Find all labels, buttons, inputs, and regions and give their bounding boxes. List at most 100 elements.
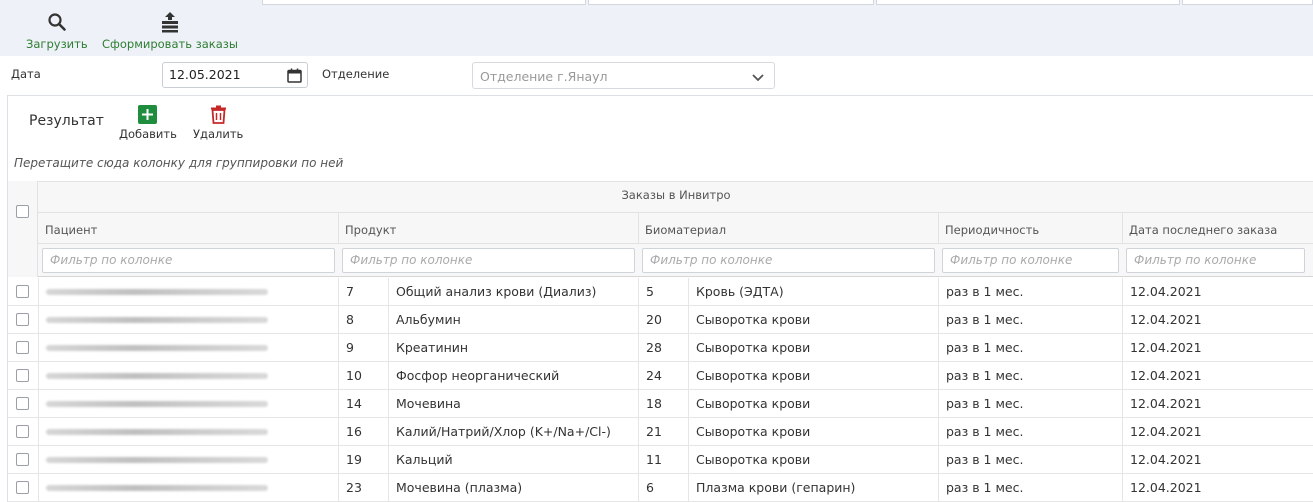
table-row[interactable]: 23 Мочевина (плазма) 6 Плазма крови (гепари… [8,474,1313,502]
cell-divider [638,334,639,362]
table-row[interactable]: 16 Калий/Натрий/Хлор (K+/Na+/Cl-) 21 Сыворо… [8,418,1313,446]
biomaterial-id-cell: 6 [646,480,654,495]
delete-button[interactable]: Удалить [193,104,243,141]
grid-rows: 7 Общий анализ крови (Диализ) 5 Кровь (ЭДТА… [8,278,1313,502]
result-panel: Результат Добавить Удалить Перетащите сю… [7,95,1313,502]
last-order-date-cell: 12.04.2021 [1130,396,1202,411]
cell-divider [388,390,389,418]
tab-placeholder-4[interactable] [1182,0,1313,5]
tab-placeholder-3[interactable] [876,0,1180,5]
calendar-icon[interactable] [287,67,302,91]
patient-name-redacted [46,457,268,463]
tab-placeholder-2[interactable] [588,0,874,5]
cell-divider [938,278,939,306]
cell-divider [38,474,39,502]
cell-divider [388,334,389,362]
cell-divider [688,334,689,362]
cell-divider [38,390,39,418]
filter-input-patient[interactable]: Фильтр по колонке [42,248,335,273]
cell-divider [338,446,339,474]
product-id-cell: 8 [346,312,354,327]
table-row[interactable]: 14 Мочевина 18 Сыворотка крови раз в 1 мес. 1… [8,390,1313,418]
biomaterial-id-cell: 28 [646,340,662,355]
row-checkbox[interactable] [16,369,29,382]
periodicity-cell: раз в 1 мес. [946,424,1024,439]
table-row[interactable]: 10 Фосфор неорганический 24 Сыворотка крови… [8,362,1313,390]
row-checkbox[interactable] [16,481,29,494]
cell-divider [388,474,389,502]
table-row[interactable]: 7 Общий анализ крови (Диализ) 5 Кровь (ЭДТА… [8,278,1313,306]
table-row[interactable]: 9 Креатинин 28 Сыворотка крови раз в 1 мес. 1… [8,334,1313,362]
date-label: Дата [11,67,41,81]
add-button[interactable]: Добавить [119,104,177,141]
col-header-last-order-date[interactable]: Дата последнего заказа [1129,223,1277,237]
branch-select[interactable]: Отделение г.Янаул [472,62,775,89]
product-cell: Кальций [396,452,453,467]
col-divider [938,213,939,244]
product-id-cell: 7 [346,284,354,299]
column-headers: Пациент Продукт Биоматериал Периодичност… [8,213,1313,244]
date-field[interactable]: 12.05.2021 [162,62,308,88]
row-checkbox[interactable] [16,453,29,466]
col-header-periodicity[interactable]: Периодичность [945,223,1039,237]
col-divider [638,213,639,244]
col-header-product[interactable]: Продукт [345,223,396,237]
tab-placeholder-1[interactable] [262,0,586,5]
product-id-cell: 16 [346,424,362,439]
cell-divider [688,306,689,334]
cell-divider [388,446,389,474]
cell-divider [1122,362,1123,390]
product-cell: Креатинин [396,340,469,355]
filter-input-product[interactable]: Фильтр по колонке [342,248,635,273]
cell-divider [388,362,389,390]
filter-input-last-order-date[interactable]: Фильтр по колонке [1126,248,1305,273]
biomaterial-id-cell: 20 [646,312,662,327]
col-divider [1122,213,1123,244]
table-row[interactable]: 8 Альбумин 20 Сыворотка крови раз в 1 мес. 12… [8,306,1313,334]
form-orders-button[interactable]: Сформировать заказы [102,10,238,51]
result-title: Результат [29,113,104,129]
col-header-biomaterial[interactable]: Биоматериал [645,223,726,237]
cell-divider [938,334,939,362]
patient-name-redacted [46,485,268,491]
biomaterial-cell: Сыворотка крови [696,452,811,467]
product-id-cell: 19 [346,452,362,467]
row-checkbox[interactable] [16,285,29,298]
biomaterial-id-cell: 5 [646,284,654,299]
table-row[interactable]: 19 Кальций 11 Сыворотка крови раз в 1 мес. 12… [8,446,1313,474]
row-checkbox[interactable] [16,425,29,438]
col-header-patient[interactable]: Пациент [45,223,97,237]
filter-input-periodicity[interactable]: Фильтр по колонке [942,248,1119,273]
upload-stack-icon [159,10,181,34]
product-cell: Общий анализ крови (Диализ) [396,284,597,299]
row-checkbox[interactable] [16,341,29,354]
plus-icon [138,104,158,124]
cell-divider [938,418,939,446]
branch-value: Отделение г.Янаул [480,69,608,84]
product-cell: Калий/Натрий/Хлор (K+/Na+/Cl-) [396,424,611,439]
cell-divider [638,474,639,502]
patient-name-redacted [46,429,268,435]
select-all-checkbox[interactable] [16,205,29,218]
filter-input-biomaterial[interactable]: Фильтр по колонке [642,248,935,273]
cell-divider [388,306,389,334]
cell-divider [638,390,639,418]
biomaterial-cell: Сыворотка крови [696,312,811,327]
product-cell: Мочевина [396,396,461,411]
row-checkbox[interactable] [16,397,29,410]
col-divider [338,213,339,244]
biomaterial-cell: Сыворотка крови [696,368,811,383]
cell-divider [338,306,339,334]
cell-divider [688,362,689,390]
cell-divider [38,446,39,474]
add-label: Добавить [119,127,177,141]
cell-divider [1122,334,1123,362]
cell-divider [638,446,639,474]
group-hint: Перетащите сюда колонку для группировки … [14,156,344,170]
search-icon [47,10,67,34]
biomaterial-cell: Сыворотка крови [696,396,811,411]
date-value: 12.05.2021 [169,67,241,82]
load-button[interactable]: Загрузить [26,10,88,51]
cell-divider [938,362,939,390]
row-checkbox[interactable] [16,313,29,326]
